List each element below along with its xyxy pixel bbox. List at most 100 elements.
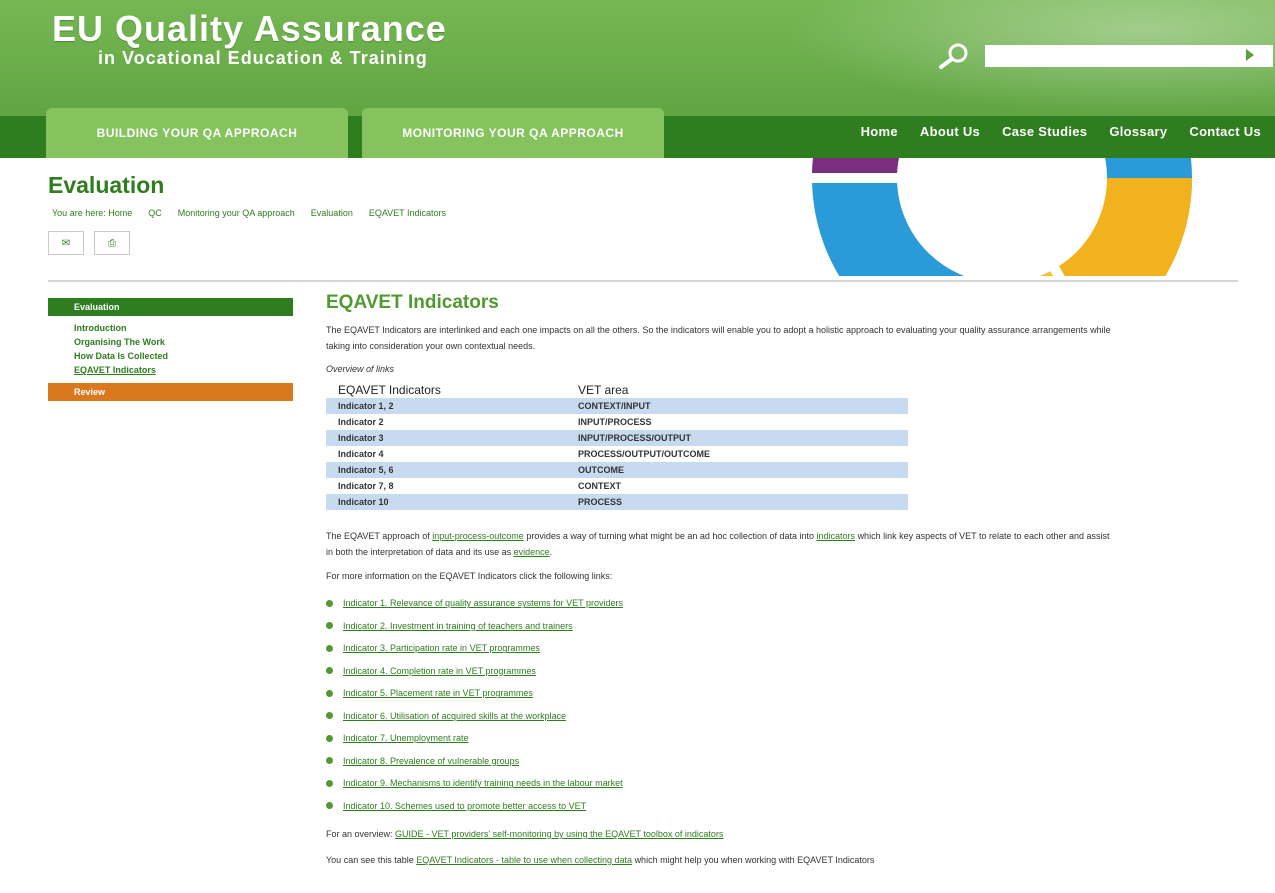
indicator-link[interactable]: Indicator 7. Unemployment rate xyxy=(343,733,469,743)
table-print-paragraph: You can see this table EQAVET Indicators… xyxy=(326,852,1116,868)
table-cell: PROCESS xyxy=(566,494,908,510)
indicator-link[interactable]: Indicator 2. Investment in training of t… xyxy=(343,621,573,631)
indicator-link[interactable]: Indicator 10. Schemes used to promote be… xyxy=(343,801,586,811)
sidebar-item-introduction[interactable]: Introduction xyxy=(74,321,168,335)
evidence-link[interactable]: evidence xyxy=(514,547,550,557)
tab-building-qa-approach[interactable]: BUILDING YOUR QA APPROACH xyxy=(46,108,348,158)
list-item: Indicator 3. Participation rate in VET p… xyxy=(326,637,623,660)
indicators-table: EQAVET Indicators VET area Indicator 1, … xyxy=(326,382,908,510)
indicator-link[interactable]: Indicator 3. Participation rate in VET p… xyxy=(343,643,540,653)
indicators-link[interactable]: indicators xyxy=(817,531,856,541)
table-row: Indicator 2 INPUT/PROCESS xyxy=(326,414,908,430)
table-cell: PROCESS/OUTPUT/OUTCOME xyxy=(578,449,711,459)
table-cell: INPUT/PROCESS/OUTPUT xyxy=(566,430,908,446)
indicator-link[interactable]: Indicator 6. Utilisation of acquired ski… xyxy=(343,711,566,721)
search-input[interactable] xyxy=(985,45,1273,67)
main-content: EQAVET Indicators The EQAVET Indicators … xyxy=(326,292,1116,865)
overview-paragraph: For an overview: GUIDE - VET providers' … xyxy=(326,826,1116,842)
table-cell: Indicator 2 xyxy=(338,417,384,427)
approach-text: The EQAVET approach of xyxy=(326,531,430,541)
bullet-icon xyxy=(326,779,333,787)
table-header: EQAVET Indicators xyxy=(338,383,441,397)
table-cell: Indicator 7, 8 xyxy=(338,481,394,491)
indicator-link[interactable]: Indicator 1. Relevance of quality assura… xyxy=(343,598,623,608)
bullet-icon xyxy=(326,712,333,720)
table-header: VET area xyxy=(578,383,629,397)
sidebar-list: Introduction Organising The Work How Dat… xyxy=(74,321,168,377)
approach-paragraph: The EQAVET approach of input-process-out… xyxy=(326,531,1110,557)
nav-home[interactable]: Home xyxy=(861,124,898,139)
table-cell: Indicator 1, 2 xyxy=(326,398,566,414)
table-row: Indicator 7, 8 CONTEXT xyxy=(326,478,908,494)
list-item: Indicator 1. Relevance of quality assura… xyxy=(326,592,623,615)
breadcrumb-item[interactable]: Monitoring your QA approach xyxy=(178,208,295,218)
guide-link[interactable]: GUIDE - VET providers' self-monitoring b… xyxy=(395,829,723,839)
page-title: Evaluation xyxy=(48,172,165,198)
breadcrumb-item[interactable]: Evaluation xyxy=(311,208,353,218)
table-row: Indicator 5, 6 OUTCOME xyxy=(326,462,908,478)
table-cell: CONTEXT xyxy=(578,481,622,491)
sidebar-item-how-data-is-collected[interactable]: How Data Is Collected xyxy=(74,349,168,363)
overview-label: Overview of links xyxy=(326,364,395,374)
list-item: Indicator 2. Investment in training of t… xyxy=(326,615,623,638)
list-item: Indicator 5. Placement rate in VET progr… xyxy=(326,682,623,705)
overview-text: For an overview: xyxy=(326,829,393,839)
list-item: Indicator 8. Prevalence of vulnerable gr… xyxy=(326,750,623,773)
site-title[interactable]: EU Quality Assurance xyxy=(52,8,447,50)
table-row: Indicator 3 INPUT/PROCESS/OUTPUT xyxy=(326,430,908,446)
sidebar-item-review[interactable]: Review xyxy=(48,383,293,401)
eqavet-table-link[interactable]: EQAVET Indicators - table to use when co… xyxy=(416,855,632,865)
print-text: You can see this table xyxy=(326,855,414,865)
indicator-link[interactable]: Indicator 8. Prevalence of vulnerable gr… xyxy=(343,756,519,766)
sidebar-item-eqavet-indicators[interactable]: EQAVET Indicators xyxy=(74,363,168,377)
indicator-link[interactable]: Indicator 9. Mechanisms to identify trai… xyxy=(343,778,623,788)
list-item: Indicator 7. Unemployment rate xyxy=(326,727,623,750)
bullet-icon xyxy=(326,734,333,742)
table-cell: Indicator 3 xyxy=(326,430,566,446)
intro-paragraph: The EQAVET Indicators are interlinked an… xyxy=(326,325,1111,351)
table-cell: Indicator 5, 6 xyxy=(326,462,566,478)
sidebar-item-organising-the-work[interactable]: Organising The Work xyxy=(74,335,168,349)
bullet-icon xyxy=(326,757,333,765)
search-icon[interactable] xyxy=(936,42,972,70)
site-subtitle: in Vocational Education & Training xyxy=(98,48,428,68)
indicator-links-list: Indicator 1. Relevance of quality assura… xyxy=(326,592,623,817)
bullet-icon xyxy=(326,689,333,697)
hero-ring-graphic xyxy=(768,158,1236,276)
breadcrumb-item: EQAVET Indicators xyxy=(368,208,447,218)
table-cell: Indicator 10 xyxy=(326,494,566,510)
bullet-icon xyxy=(326,802,333,810)
bullet-icon xyxy=(326,622,333,630)
print-page-button[interactable]: ⎙ xyxy=(94,231,130,255)
table-cell: Indicator 4 xyxy=(338,449,384,459)
breadcrumb-item[interactable]: QC xyxy=(148,208,162,218)
table-cell: OUTCOME xyxy=(566,462,908,478)
content-heading: EQAVET Indicators xyxy=(326,292,499,313)
tab-monitoring-qa-approach[interactable]: MONITORING YOUR QA APPROACH xyxy=(362,108,664,158)
site-header: EU Quality Assurance in Vocational Educa… xyxy=(0,0,1275,158)
table-cell: INPUT/PROCESS xyxy=(578,417,652,427)
search-submit-arrow-icon[interactable] xyxy=(1246,49,1254,61)
list-item: Indicator 9. Mechanisms to identify trai… xyxy=(326,772,623,795)
nav-glossary[interactable]: Glossary xyxy=(1109,124,1167,139)
indicator-link[interactable]: Indicator 5. Placement rate in VET progr… xyxy=(343,688,533,698)
nav-about-us[interactable]: About Us xyxy=(920,124,980,139)
nav-contact-us[interactable]: Contact Us xyxy=(1189,124,1261,139)
sidebar-heading-evaluation[interactable]: Evaluation xyxy=(48,298,293,316)
breadcrumb-item[interactable]: You are here: Home xyxy=(52,208,132,218)
table-header-row: EQAVET Indicators VET area xyxy=(326,382,908,398)
table-row: Indicator 1, 2 CONTEXT/INPUT xyxy=(326,398,908,414)
nav-case-studies[interactable]: Case Studies xyxy=(1002,124,1087,139)
table-cell: CONTEXT/INPUT xyxy=(566,398,908,414)
list-item: Indicator 6. Utilisation of acquired ski… xyxy=(326,705,623,728)
bullet-icon xyxy=(326,644,333,652)
list-item: Indicator 10. Schemes used to promote be… xyxy=(326,795,623,818)
indicator-link[interactable]: Indicator 4. Completion rate in VET prog… xyxy=(343,666,536,676)
bullet-icon xyxy=(326,667,333,675)
email-page-button[interactable]: ✉ xyxy=(48,231,84,255)
list-item: Indicator 4. Completion rate in VET prog… xyxy=(326,660,623,683)
breadcrumb: You are here: Home QC Monitoring your QA… xyxy=(52,208,446,218)
table-row: Indicator 10 PROCESS xyxy=(326,494,908,510)
approach-text: provides a way of turning what might be … xyxy=(526,531,814,541)
input-process-outcome-link[interactable]: input-process-outcome xyxy=(432,531,524,541)
